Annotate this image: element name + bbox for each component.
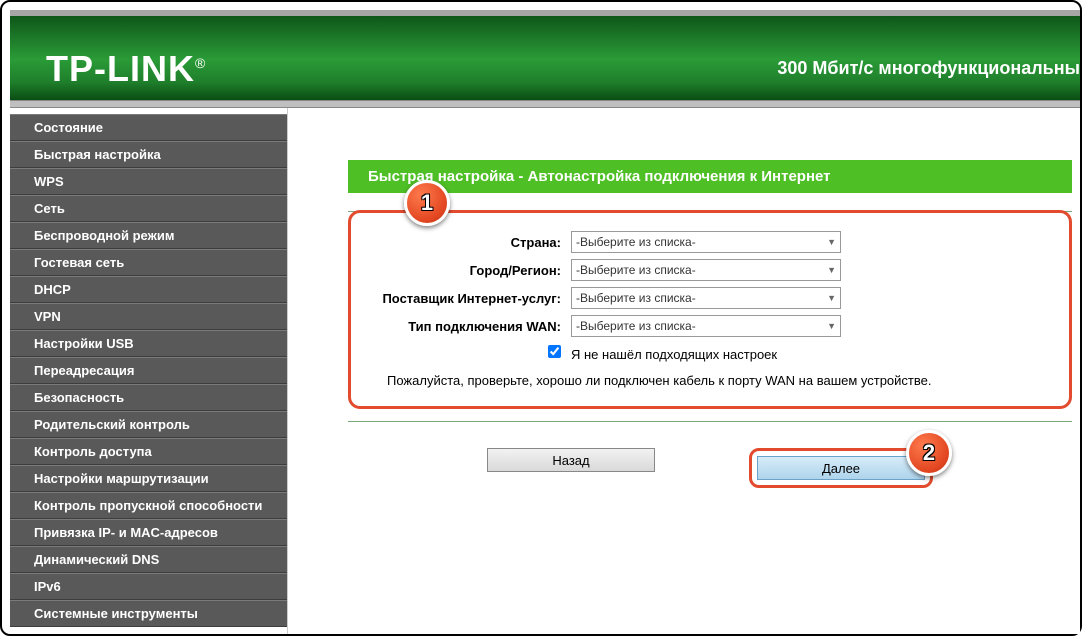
sidebar-item-access[interactable]: Контроль доступа bbox=[10, 438, 287, 465]
isp-label: Поставщик Интернет-услуг: bbox=[361, 291, 571, 306]
sidebar-item-routing[interactable]: Настройки маршрутизации bbox=[10, 465, 287, 492]
sidebar-item-bandwidth[interactable]: Контроль пропускной способности bbox=[10, 492, 287, 519]
sidebar-item-dhcp[interactable]: DHCP bbox=[10, 276, 287, 303]
country-label: Страна: bbox=[361, 235, 571, 250]
sidebar-item-system[interactable]: Системные инструменты bbox=[10, 600, 287, 627]
header-divider bbox=[10, 100, 1080, 108]
sidebar-item-quick-setup[interactable]: Быстрая настройка bbox=[10, 141, 287, 168]
callout-1: 1 bbox=[404, 180, 450, 226]
logo-reg: ® bbox=[195, 55, 206, 71]
sidebar-item-ipv6[interactable]: IPv6 bbox=[10, 573, 287, 600]
wan-select-value: -Выберите из списка- bbox=[576, 319, 696, 333]
logo: TP-LINK® bbox=[46, 48, 206, 90]
sidebar-item-guest[interactable]: Гостевая сеть bbox=[10, 249, 287, 276]
next-button[interactable]: Далее bbox=[757, 456, 925, 480]
sidebar-item-usb[interactable]: Настройки USB bbox=[10, 330, 287, 357]
sidebar-item-parental[interactable]: Родительский контроль bbox=[10, 411, 287, 438]
not-found-label: Я не нашёл подходящих настроек bbox=[571, 347, 777, 362]
chevron-down-icon: ▼ bbox=[827, 237, 836, 247]
sidebar-item-network[interactable]: Сеть bbox=[10, 195, 287, 222]
chevron-down-icon: ▼ bbox=[827, 265, 836, 275]
country-select-value: -Выберите из списка- bbox=[576, 235, 696, 249]
not-found-checkbox[interactable] bbox=[548, 345, 561, 358]
sidebar-item-wireless[interactable]: Беспроводной режим bbox=[10, 222, 287, 249]
isp-select-value: -Выберите из списка- bbox=[576, 291, 696, 305]
city-label: Город/Регион: bbox=[361, 263, 571, 278]
chevron-down-icon: ▼ bbox=[827, 321, 836, 331]
panel-title: Быстрая настройка - Автонастройка подклю… bbox=[348, 160, 1072, 193]
hr-line-2 bbox=[348, 421, 1072, 422]
header-subtitle: 300 Мбит/с многофункциональны bbox=[777, 58, 1080, 79]
sidebar: Состояние Быстрая настройка WPS Сеть Бес… bbox=[10, 108, 288, 634]
city-select-value: -Выберите из списка- bbox=[576, 263, 696, 277]
logo-text: TP-LINK bbox=[46, 48, 195, 89]
sidebar-item-security[interactable]: Безопасность bbox=[10, 384, 287, 411]
content-area: Быстрая настройка - Автонастройка подклю… bbox=[288, 108, 1080, 634]
city-select[interactable]: -Выберите из списка- ▼ bbox=[571, 259, 841, 281]
button-bar: Назад Далее bbox=[348, 448, 1072, 488]
sidebar-item-wps[interactable]: WPS bbox=[10, 168, 287, 195]
wan-label: Тип подключения WAN: bbox=[361, 319, 571, 334]
sidebar-item-ipmac[interactable]: Привязка IP- и MAC-адресов bbox=[10, 519, 287, 546]
sidebar-item-status[interactable]: Состояние bbox=[10, 114, 287, 141]
header: TP-LINK® 300 Мбит/с многофункциональны bbox=[10, 10, 1080, 100]
chevron-down-icon: ▼ bbox=[827, 293, 836, 303]
sidebar-item-vpn[interactable]: VPN bbox=[10, 303, 287, 330]
sidebar-item-ddns[interactable]: Динамический DNS bbox=[10, 546, 287, 573]
callout-2: 2 bbox=[906, 430, 952, 476]
form-area: Страна: -Выберите из списка- ▼ Город/Рег… bbox=[348, 210, 1072, 409]
back-button[interactable]: Назад bbox=[487, 448, 655, 472]
wan-select[interactable]: -Выберите из списка- ▼ bbox=[571, 315, 841, 337]
country-select[interactable]: -Выберите из списка- ▼ bbox=[571, 231, 841, 253]
form-note: Пожалуйста, проверьте, хорошо ли подключ… bbox=[361, 373, 1039, 388]
isp-select[interactable]: -Выберите из списка- ▼ bbox=[571, 287, 841, 309]
sidebar-item-forwarding[interactable]: Переадресация bbox=[10, 357, 287, 384]
